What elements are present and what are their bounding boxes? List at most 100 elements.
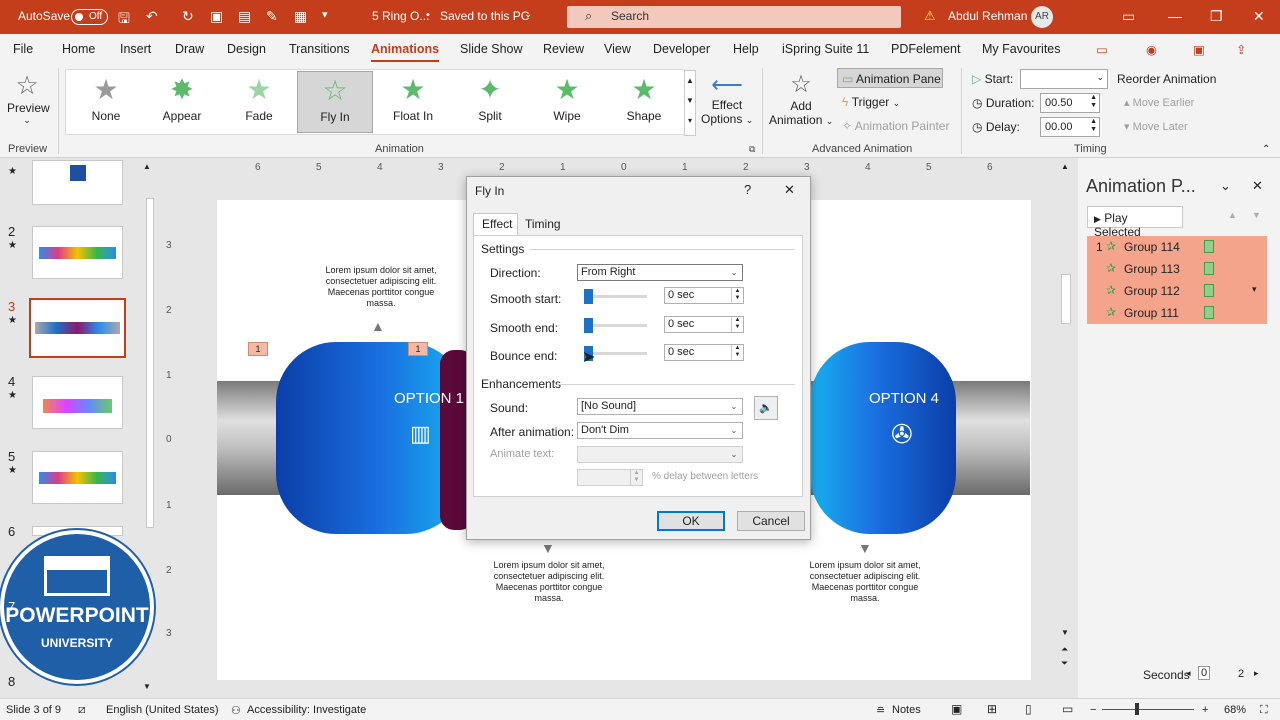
zoom-slider-thumb[interactable] [1135, 703, 1139, 715]
move-earlier-button[interactable]: ▴ Move Earlier [1124, 96, 1194, 109]
bounce-end-slider[interactable] [587, 352, 647, 355]
tab-help[interactable]: Help [733, 42, 759, 56]
tab-draw[interactable]: Draw [175, 42, 204, 56]
tab-timing[interactable]: Timing [525, 217, 561, 231]
smooth-end-stepper[interactable]: 0 sec ▲ ▼ [664, 316, 744, 333]
animation-tag[interactable]: 1 [408, 342, 428, 356]
comments-icon[interactable]: ▭ [1096, 42, 1108, 57]
slide-thumbnail[interactable] [32, 451, 123, 504]
share-icon[interactable]: ⇪ [1236, 42, 1246, 57]
scroll-down-icon[interactable]: ▼ [1061, 628, 1069, 637]
scroll-down-icon[interactable]: ▼ [143, 682, 151, 691]
autosave-toggle[interactable]: Off [71, 9, 108, 25]
timeline-right-icon[interactable]: ▸ [1254, 668, 1259, 679]
pane-options-icon[interactable]: ⌄ [1220, 178, 1231, 194]
zoom-slider[interactable] [1102, 709, 1194, 710]
anim-fade[interactable]: ★ Fade [221, 71, 297, 133]
tab-insert[interactable]: Insert [120, 42, 151, 56]
accessibility-icon[interactable]: ⚇ [231, 704, 241, 717]
customize-qat-icon[interactable]: ▾ [322, 8, 328, 21]
animation-tag[interactable]: 1 [248, 342, 268, 356]
animation-pane-button[interactable]: ▭ Animation Pane [837, 68, 943, 88]
zoom-out-icon[interactable]: − [1090, 704, 1096, 716]
after-animation-select[interactable]: Don't Dim ⌄ [577, 422, 743, 439]
move-up-icon[interactable]: ▲ [1228, 210, 1237, 220]
slideshow-view-icon[interactable]: ▭ [1062, 702, 1073, 716]
bounce-end-stepper[interactable]: 0 sec ▲ ▼ [664, 344, 744, 361]
user-name[interactable]: Abdul Rehman [948, 9, 1027, 23]
play-selected-button[interactable]: ▶ Play Selected [1087, 206, 1183, 239]
slide-thumbnail[interactable] [32, 376, 123, 429]
tab-slide-show[interactable]: Slide Show [460, 42, 523, 56]
slideshow-icon[interactable]: ▤ [238, 8, 251, 25]
smooth-end-slider[interactable] [587, 324, 647, 327]
direction-select[interactable]: From Right ⌄ [577, 264, 743, 281]
add-animation-button[interactable]: ☆ Add Animation ⌄ [769, 70, 833, 127]
minimize-icon[interactable]: — [1168, 8, 1182, 24]
option-1-text[interactable]: Lorem ipsum dolor sit amet, consectetuer… [316, 265, 446, 309]
anim-appear[interactable]: ✸ Appear [144, 71, 220, 133]
smooth-start-slider[interactable] [587, 295, 647, 298]
warning-icon[interactable]: ⚠ [924, 8, 936, 24]
animation-item[interactable]: ✰ Group 111 [1087, 302, 1267, 324]
pane-close-icon[interactable]: ✕ [1252, 178, 1263, 194]
undo-icon[interactable]: ↶ [146, 8, 158, 25]
dialog-close-icon[interactable]: ✕ [784, 182, 795, 198]
ring-option-4[interactable] [810, 342, 956, 534]
slide-sorter-icon[interactable]: ⊞ [987, 702, 997, 716]
tab-review[interactable]: Review [543, 42, 584, 56]
animation-item[interactable]: ✰ Group 112 ▾ [1087, 280, 1267, 302]
ring-option-1[interactable] [276, 342, 466, 534]
help-icon[interactable]: ? [744, 182, 751, 197]
anim-shape[interactable]: ★ Shape [606, 71, 682, 133]
smooth-start-stepper[interactable]: 0 sec ▲ ▼ [664, 287, 744, 304]
collapse-ribbon-icon[interactable]: ⌃ [1262, 144, 1270, 155]
reading-view-icon[interactable]: ▯ [1025, 702, 1032, 716]
effect-options-button[interactable]: ⟵ Effect Options ⌄ [701, 72, 753, 126]
restore-icon[interactable]: ❐ [1210, 8, 1223, 25]
tab-effect[interactable]: Effect [473, 213, 518, 235]
animation-painter-button[interactable]: ✧ Animation Painter [842, 119, 949, 133]
scroll-up-icon[interactable]: ▲ [143, 162, 151, 171]
ok-button[interactable]: OK [657, 511, 725, 531]
dialog-launcher-icon[interactable]: ⧉ [749, 144, 755, 155]
move-down-icon[interactable]: ▼ [1252, 210, 1261, 220]
touch-icon[interactable]: ✎ [266, 8, 278, 25]
next-slide-icon[interactable]: ⏷ [1061, 658, 1068, 669]
save-state[interactable]: Saved to this PC [440, 9, 529, 23]
language-status[interactable]: English (United States) [106, 704, 219, 716]
anim-none[interactable]: ★ None [68, 71, 144, 133]
scroll-up-icon[interactable]: ▲ [1061, 162, 1069, 171]
anim-fly-in[interactable]: ☆ Fly In [297, 71, 373, 133]
scroll-thumb[interactable] [146, 198, 154, 528]
previous-slide-icon[interactable]: ⏶ [1061, 644, 1068, 655]
spelling-icon[interactable]: ⧄ [78, 702, 86, 717]
tab-ispring[interactable]: iSpring Suite 11 [782, 42, 869, 56]
accessibility-status[interactable]: Accessibility: Investigate [247, 704, 366, 716]
smooth-end-thumb[interactable] [584, 318, 593, 333]
search-box[interactable]: ⌕ Search [567, 6, 901, 28]
canvas-scrollbar[interactable]: ▲ ▼ ⏶ ⏷ [1058, 162, 1074, 692]
animation-item[interactable]: 1 ✰ Group 114 [1087, 236, 1267, 258]
present-teams-icon[interactable]: ▣ [1193, 42, 1205, 57]
tab-file[interactable]: File [13, 42, 33, 56]
tab-design[interactable]: Design [227, 42, 266, 56]
zoom-in-icon[interactable]: + [1202, 704, 1208, 716]
ribbon-display-icon[interactable]: ▭ [1122, 8, 1135, 25]
anim-float-in[interactable]: ★ Float In [375, 71, 451, 133]
slide-thumbnail[interactable] [32, 226, 123, 279]
sound-volume-button[interactable]: 🔈 [754, 396, 778, 420]
tab-home[interactable]: Home [62, 42, 95, 56]
tab-view[interactable]: View [604, 42, 631, 56]
tab-my-favourites[interactable]: My Favourites [982, 42, 1061, 56]
tab-pdfelement[interactable]: PDFelement [891, 42, 960, 56]
zoom-level[interactable]: 68% [1224, 704, 1246, 716]
tab-transitions[interactable]: Transitions [289, 42, 350, 56]
slide-thumbnail[interactable] [32, 160, 123, 205]
animate-text-select[interactable]: ⌄ [577, 446, 743, 463]
start-select[interactable]: ⌄ [1020, 69, 1108, 89]
letter-delay-stepper[interactable]: ▲ ▼ [577, 469, 643, 486]
scroll-thumb[interactable] [1061, 274, 1071, 324]
gallery-scroll[interactable]: ▲ ▼ ▾ [684, 70, 696, 136]
tab-developer[interactable]: Developer [653, 42, 710, 56]
